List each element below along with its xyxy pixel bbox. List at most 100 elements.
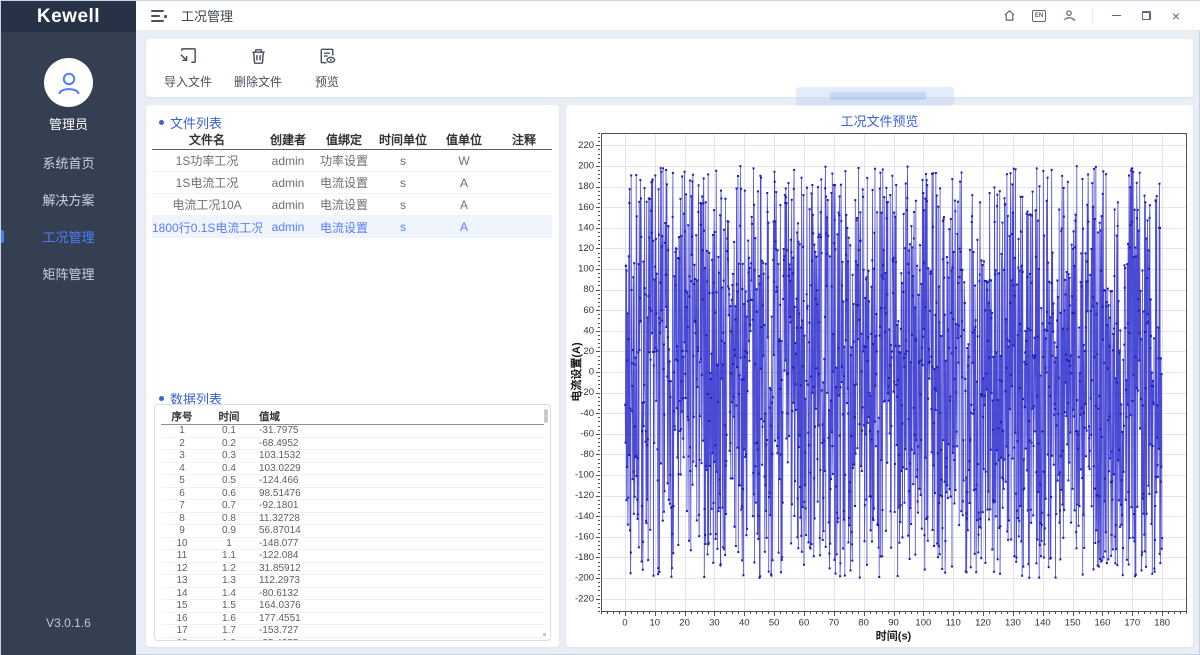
data-row-17[interactable]: 181.8-35.4355 [161, 638, 544, 642]
data-cell: 1.7 [203, 625, 255, 636]
sidebar-item-3[interactable]: 矩阵管理 [1, 255, 136, 292]
data-cell: 98.51476 [255, 488, 319, 499]
minimize-icon[interactable] [1103, 5, 1129, 27]
data-row-2[interactable]: 30.3103.1532 [161, 450, 544, 463]
data-row-8[interactable]: 90.956.87014 [161, 525, 544, 538]
data-cell: 12 [161, 563, 203, 574]
import-file-icon [178, 46, 199, 70]
user-name: 管理员 [1, 114, 136, 133]
user-avatar-icon [54, 68, 84, 98]
data-cell: 1.6 [203, 613, 255, 624]
file-cell: A [432, 220, 496, 234]
sidebar-item-0[interactable]: 系统首页 [1, 144, 136, 181]
data-cell: 16 [161, 613, 203, 624]
restore-icon[interactable] [1133, 5, 1159, 27]
file-col-header: 值单位 [432, 131, 496, 148]
toolbar-button-0[interactable]: 导入文件 [164, 46, 212, 90]
data-row-10[interactable]: 111.1-122.084 [161, 550, 544, 563]
file-table-body: 1S功率工况admin功率设置sW1S电流工况admin电流设置sA电流工况10… [152, 150, 552, 238]
file-cell: A [432, 198, 496, 212]
data-row-15[interactable]: 161.6177.4551 [161, 613, 544, 626]
file-cell: A [432, 176, 496, 190]
data-table: 序号时间值域 10.1-31.797520.2-68.495230.3103.1… [154, 404, 551, 641]
data-cell: 17 [161, 625, 203, 636]
data-cell: 0.3 [203, 450, 255, 461]
data-row-5[interactable]: 60.698.51476 [161, 488, 544, 501]
file-cell: admin [262, 154, 314, 168]
active-indicator [1, 230, 4, 243]
titlebar-actions: EN × [996, 5, 1200, 27]
data-cell: 4 [161, 463, 203, 474]
close-icon[interactable]: × [1163, 5, 1189, 27]
data-cell: 2 [161, 438, 203, 449]
data-table-scrollbar[interactable] [544, 409, 548, 423]
home-icon[interactable] [996, 5, 1022, 27]
data-col-header: 时间 [203, 409, 255, 424]
data-cell: 0.1 [203, 425, 255, 436]
data-cell: 31.85912 [255, 563, 319, 574]
data-row-7[interactable]: 80.811.32728 [161, 513, 544, 526]
file-row-2[interactable]: 电流工况10Aadmin电流设置sA [152, 194, 552, 216]
file-cell: W [432, 154, 496, 168]
data-cell: 11.32728 [255, 513, 319, 524]
data-col-header: 值域 [255, 409, 319, 424]
data-row-16[interactable]: 171.7-153.727 [161, 625, 544, 638]
data-row-11[interactable]: 121.231.85912 [161, 563, 544, 576]
data-cell: 0.5 [203, 475, 255, 486]
data-cell: 1.5 [203, 600, 255, 611]
language-icon[interactable]: EN [1026, 5, 1052, 27]
toolbar: 导入文件删除文件 预览 [146, 39, 1193, 97]
data-cell: 0.9 [203, 525, 255, 536]
data-row-1[interactable]: 20.2-68.4952 [161, 438, 544, 451]
app-version: V3.0.1.6 [1, 616, 136, 630]
file-col-header: 文件名 [152, 131, 262, 148]
sidebar-item-2[interactable]: 工况管理 [1, 218, 136, 255]
data-cell: 103.0229 [255, 463, 319, 474]
file-cell: 电流工况10A [152, 196, 262, 213]
data-row-0[interactable]: 10.1-31.7975 [161, 425, 544, 438]
file-cell: s [374, 176, 432, 190]
data-row-4[interactable]: 50.5-124.466 [161, 475, 544, 488]
preview-chart-canvas [568, 121, 1190, 645]
data-cell: 1 [161, 425, 203, 436]
sidebar-collapse-icon[interactable] [151, 9, 169, 23]
sidebar-menu: 系统首页解决方案工况管理矩阵管理 [1, 144, 136, 292]
data-cell: 7 [161, 500, 203, 511]
data-cell: 0.6 [203, 488, 255, 499]
delete-file-icon [248, 46, 269, 70]
data-row-9[interactable]: 101-148.077 [161, 538, 544, 551]
file-row-1[interactable]: 1S电流工况admin电流设置sA [152, 172, 552, 194]
data-cell: 9 [161, 525, 203, 536]
data-cell: 0.2 [203, 438, 255, 449]
file-cell: admin [262, 198, 314, 212]
data-cell: 0.4 [203, 463, 255, 474]
sidebar-item-label: 矩阵管理 [42, 264, 94, 283]
toolbar-button-label: 预览 [315, 73, 339, 90]
toolbar-button-2[interactable]: 预览 [304, 46, 350, 90]
file-table: 文件名创建者值绑定时间单位值单位注释 1S功率工况admin功率设置sW1S电流… [152, 130, 552, 238]
data-row-3[interactable]: 40.4103.0229 [161, 463, 544, 476]
data-row-14[interactable]: 151.5164.0376 [161, 600, 544, 613]
data-cell: -92.1801 [255, 500, 319, 511]
data-cell: 18 [161, 638, 203, 641]
data-row-6[interactable]: 70.7-92.1801 [161, 500, 544, 513]
user-icon[interactable] [1056, 5, 1082, 27]
file-col-header: 时间单位 [374, 131, 432, 148]
data-cell: 103.1532 [255, 450, 319, 461]
data-row-12[interactable]: 131.3112.2973 [161, 575, 544, 588]
data-cell: 1.8 [203, 638, 255, 641]
data-cell: 1.2 [203, 563, 255, 574]
toolbar-button-1[interactable]: 删除文件 [234, 46, 282, 90]
file-cell: admin [262, 220, 314, 234]
toolbar-button-label: 删除文件 [234, 73, 282, 90]
ghost-overlay [796, 87, 954, 106]
file-row-0[interactable]: 1S功率工况admin功率设置sW [152, 150, 552, 172]
sidebar-item-1[interactable]: 解决方案 [1, 181, 136, 218]
sidebar-item-label: 工况管理 [42, 227, 94, 246]
data-row-13[interactable]: 141.4-80.6132 [161, 588, 544, 601]
file-row-3[interactable]: 1800行0.1S电流工况admin电流设置sA [152, 216, 552, 238]
data-cell: -35.4355 [255, 638, 319, 641]
logo-bar: Kewell [1, 1, 136, 32]
titlebar: 工况管理 EN × [136, 1, 1200, 31]
data-cell: 0.7 [203, 500, 255, 511]
